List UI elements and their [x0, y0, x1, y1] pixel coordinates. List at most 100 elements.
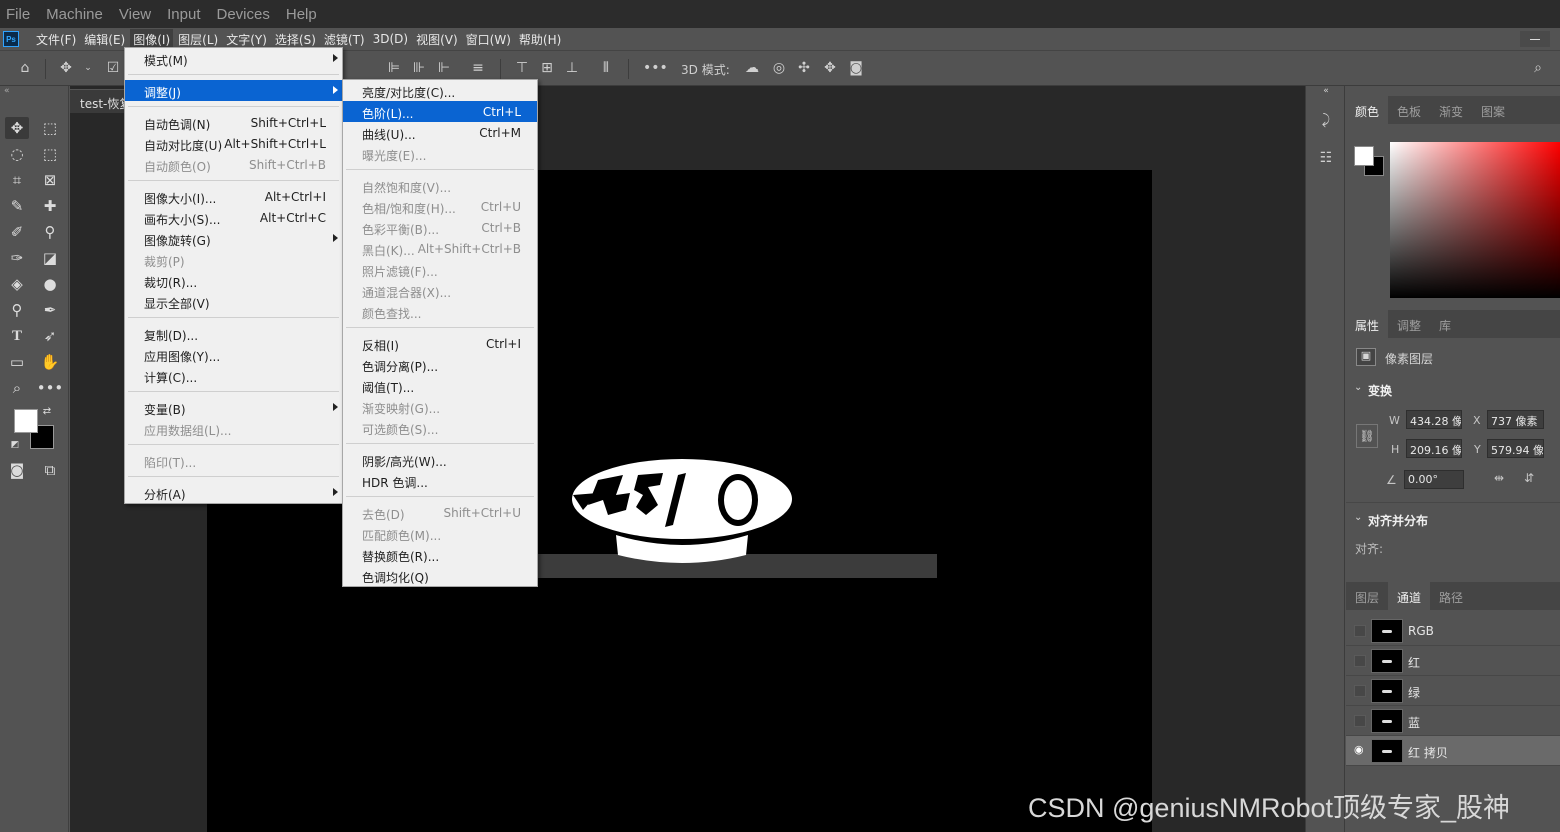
- more-tools-icon[interactable]: •••: [37, 377, 64, 399]
- type-tool-icon[interactable]: T: [5, 325, 29, 347]
- menu-item-阈值[interactable]: 阈值(T)...: [343, 375, 537, 396]
- foreground-color-swatch[interactable]: [14, 409, 38, 433]
- menu-item-替换颜色[interactable]: 替换颜色(R)...: [343, 544, 537, 565]
- vm-menu-input[interactable]: Input: [167, 6, 200, 23]
- path-select-icon[interactable]: ➶: [38, 325, 62, 347]
- menu-item-调整[interactable]: 调整(J): [125, 80, 342, 101]
- width-field[interactable]: 434.28 像素: [1406, 410, 1462, 429]
- rectangle-tool-icon[interactable]: ▭: [5, 351, 29, 373]
- swap-colors-icon[interactable]: ⇄: [40, 404, 54, 418]
- align-right-icon[interactable]: ⊩: [436, 60, 452, 76]
- menu-edit[interactable]: 编辑(E): [81, 29, 128, 50]
- zoom-tool-icon[interactable]: ⌕: [5, 377, 29, 399]
- menu-item-变量[interactable]: 变量(B): [125, 397, 342, 418]
- hand-tool-icon[interactable]: ✋: [38, 351, 62, 373]
- channel-row-rgb[interactable]: RGB: [1346, 616, 1560, 646]
- menu-item-图像旋转[interactable]: 图像旋转(G): [125, 228, 342, 249]
- align-top-icon[interactable]: ⊤: [514, 60, 530, 76]
- eyedropper-icon[interactable]: ✎: [5, 195, 29, 217]
- menu-item-反相[interactable]: 反相(I) Ctrl+I: [343, 333, 537, 354]
- menu-item-复制[interactable]: 复制(D)...: [125, 323, 342, 344]
- menu-item-图像大小[interactable]: 图像大小(I)... Alt+Ctrl+I: [125, 186, 342, 207]
- chevron-down-icon[interactable]: ⌄: [1354, 382, 1362, 393]
- 3d-orbit-icon[interactable]: ☁: [744, 60, 760, 76]
- 3d-camera-icon[interactable]: ◙: [848, 60, 864, 76]
- collapse-icon[interactable]: «: [4, 86, 10, 96]
- color-picker-field[interactable]: [1390, 142, 1560, 298]
- channel-row-green[interactable]: 绿: [1346, 676, 1560, 706]
- history-brush-icon[interactable]: ✑: [5, 247, 29, 269]
- align-bottom-icon[interactable]: ⊥: [564, 60, 580, 76]
- blur-tool-icon[interactable]: ●: [38, 273, 62, 295]
- stamp-tool-icon[interactable]: ⚲: [38, 221, 62, 243]
- channel-row-blue[interactable]: 蓝: [1346, 706, 1560, 736]
- menu-item-阴影-高光[interactable]: 阴影/高光(W)...: [343, 449, 537, 470]
- flip-horizontal-icon[interactable]: ⇹: [1494, 471, 1504, 485]
- tab-properties[interactable]: 属性: [1346, 310, 1389, 338]
- tab-paths[interactable]: 路径: [1430, 582, 1472, 610]
- frame-tool-icon[interactable]: ⊠: [38, 169, 62, 191]
- y-field[interactable]: 579.94 像素: [1487, 439, 1544, 458]
- home-icon[interactable]: ⌂: [17, 60, 33, 76]
- flip-vertical-icon[interactable]: ⇵: [1524, 471, 1534, 485]
- quick-mask-icon[interactable]: ◙: [5, 459, 29, 481]
- visibility-toggle[interactable]: [1354, 685, 1366, 697]
- screen-mode-icon[interactable]: ⧉: [38, 459, 62, 481]
- link-icon[interactable]: ⛓: [1356, 424, 1378, 448]
- document-tab[interactable]: test-恢复: [70, 89, 130, 113]
- search-icon[interactable]: ⌕: [1530, 60, 1546, 76]
- menu-item-hdr-色调[interactable]: HDR 色调...: [343, 470, 537, 491]
- checkbox-icon[interactable]: ☑: [105, 60, 121, 76]
- default-colors-icon[interactable]: ◩: [8, 438, 22, 452]
- 3d-roll-icon[interactable]: ◎: [771, 60, 787, 76]
- brush-tool-icon[interactable]: ✐: [5, 221, 29, 243]
- menu-item-裁切[interactable]: 裁切(R)...: [125, 270, 342, 291]
- distribute-v-icon[interactable]: ⫴: [598, 60, 614, 76]
- menu-item-分析[interactable]: 分析(A): [125, 482, 342, 503]
- healing-brush-icon[interactable]: ✚: [38, 195, 62, 217]
- distribute-icon[interactable]: ≡: [470, 60, 486, 76]
- channel-row-red[interactable]: 红: [1346, 646, 1560, 676]
- 3d-slide-icon[interactable]: ✥: [822, 60, 838, 76]
- chevron-down-icon[interactable]: ⌄: [1354, 512, 1362, 523]
- fg-color-swatch[interactable]: [1354, 146, 1374, 166]
- menu-item-画布大小[interactable]: 画布大小(S)... Alt+Ctrl+C: [125, 207, 342, 228]
- menu-file[interactable]: 文件(F): [33, 29, 79, 50]
- x-field[interactable]: 737 像素: [1487, 410, 1544, 429]
- visibility-toggle[interactable]: [1354, 655, 1366, 667]
- menu-view[interactable]: 视图(V): [413, 29, 461, 50]
- minimize-button[interactable]: [1520, 31, 1550, 47]
- visibility-toggle[interactable]: [1354, 715, 1366, 727]
- menu-item-应用图像[interactable]: 应用图像(Y)...: [125, 344, 342, 365]
- lasso-tool-icon[interactable]: ◌: [5, 143, 29, 165]
- menu-item-自动色调[interactable]: 自动色调(N) Shift+Ctrl+L: [125, 112, 342, 133]
- height-field[interactable]: 209.16 像素: [1406, 439, 1462, 458]
- vm-menu-devices[interactable]: Devices: [217, 6, 270, 23]
- menu-3d[interactable]: 3D(D): [370, 30, 411, 48]
- collapse-icon[interactable]: «: [1316, 86, 1336, 106]
- vm-menu-view[interactable]: View: [119, 6, 151, 23]
- channel-row-red-copy[interactable]: ◉ 红 拷贝: [1346, 736, 1560, 766]
- menu-item-显示全部[interactable]: 显示全部(V): [125, 291, 342, 312]
- angle-field[interactable]: 0.00°: [1404, 470, 1464, 489]
- 3d-pan-icon[interactable]: ✣: [796, 60, 812, 76]
- chevron-down-icon[interactable]: ⌄: [80, 60, 96, 76]
- tab-color[interactable]: 颜色: [1346, 96, 1389, 124]
- menu-item-色阶[interactable]: 色阶(L)... Ctrl+L: [343, 101, 537, 122]
- properties-panel-icon[interactable]: ☷: [1316, 150, 1336, 170]
- align-middle-icon[interactable]: ⊞: [539, 60, 555, 76]
- vm-menu-machine[interactable]: Machine: [46, 6, 103, 23]
- menu-item-色调分离[interactable]: 色调分离(P)...: [343, 354, 537, 375]
- tab-patterns[interactable]: 图案: [1472, 96, 1514, 124]
- menu-item-计算[interactable]: 计算(C)...: [125, 365, 342, 386]
- paint-bucket-icon[interactable]: ◈: [5, 273, 29, 295]
- tab-libraries[interactable]: 库: [1430, 310, 1460, 338]
- crop-tool-icon[interactable]: ⌗: [5, 169, 29, 191]
- menu-item-色调均化[interactable]: 色调均化(Q): [343, 565, 537, 586]
- tab-swatches[interactable]: 色板: [1388, 96, 1430, 124]
- tab-gradients[interactable]: 渐变: [1430, 96, 1472, 124]
- eye-icon[interactable]: ◉: [1354, 743, 1366, 756]
- tab-channels[interactable]: 通道: [1388, 582, 1431, 610]
- vm-menu-file[interactable]: File: [6, 6, 30, 23]
- more-options-icon[interactable]: •••: [643, 60, 668, 76]
